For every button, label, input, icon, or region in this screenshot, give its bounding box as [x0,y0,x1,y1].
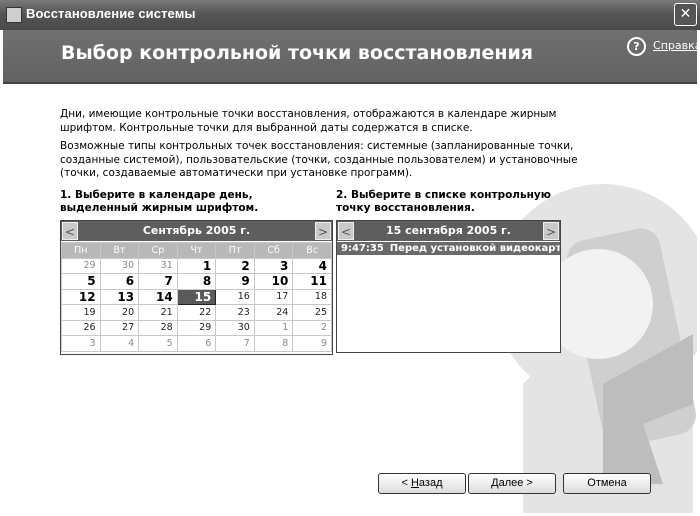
calendar-day[interactable]: 29 [61,257,101,274]
calendar-day[interactable]: 26 [61,319,101,336]
calendar-day[interactable]: 11 [292,273,332,290]
calendar-day[interactable]: 5 [61,273,101,290]
weekday-header: Чт [176,242,217,259]
calendar-day[interactable]: 6 [176,335,217,352]
help-link[interactable]: Справка [653,39,700,52]
calendar-day[interactable]: 31 [138,257,178,274]
calendar-day[interactable]: 30 [215,319,255,336]
intro-text-2: Возможные типы контрольных точек восстан… [60,140,578,179]
calendar-header: < Сентябрь 2005 г. > [61,221,332,241]
calendar-day[interactable]: 7 [215,335,255,352]
calendar: < Сентябрь 2005 г. > Пн Вт Ср Чт Пт Сб Вс 29 30… [60,220,333,355]
close-button[interactable]: ✕ [674,3,697,26]
calendar-day[interactable]: 23 [215,304,255,321]
calendar-day-selected[interactable]: 15 [176,288,217,305]
weekday-header: Сб [253,242,294,259]
calendar-day[interactable]: 20 [99,304,140,321]
step-1-label: 1. Выберите в календаре день, выделенный… [60,189,259,214]
calendar-week-row: 19 20 21 22 23 24 25 [61,304,332,321]
restore-point-description: Перед установкой видеокарты [389,243,560,254]
list-item[interactable]: 9:47:35 Перед установкой видеокарты [337,242,560,255]
calendar-day[interactable]: 8 [253,335,294,352]
title-bar: Восстановление системы ✕ [0,0,700,30]
weekday-header: Ср [138,242,178,259]
restore-point-time: 9:47:35 [341,243,384,254]
help-circle-icon[interactable]: ? [627,37,646,56]
selected-date-label: 15 сентября 2005 г. [386,224,511,237]
calendar-week-row: 29 30 31 1 2 3 4 [61,257,332,274]
calendar-day[interactable]: 25 [292,304,332,321]
calendar-day[interactable]: 29 [176,319,217,336]
list-prev-day-button[interactable]: < [338,222,354,240]
calendar-day[interactable]: 1 [176,257,217,274]
calendar-week-row: 3456789 [61,335,332,352]
calendar-day[interactable]: 3 [253,257,294,274]
weekday-header: Пн [61,242,101,259]
list-next-day-button[interactable]: > [543,222,559,240]
system-restore-icon [6,7,22,23]
calendar-day[interactable]: 5 [138,335,178,352]
calendar-day[interactable]: 7 [138,273,178,290]
calendar-day[interactable]: 16 [215,288,255,305]
restore-point-list-header: < 15 сентября 2005 г. > [337,221,560,241]
calendar-day[interactable]: 21 [138,304,178,321]
calendar-week-row: 26 27 28 29 30 1 2 [61,319,332,336]
main-panel: Дни, имеющие контрольные точки восстанов… [3,84,697,513]
back-button[interactable]: < Назад [378,473,466,494]
calendar-day[interactable]: 24 [253,304,294,321]
header-banner: Выбор контрольной точки восстановления ?… [3,30,700,84]
calendar-day[interactable]: 12 [61,288,101,305]
calendar-day[interactable]: 14 [138,288,178,305]
page-title: Выбор контрольной точки восстановления [61,42,533,64]
calendar-week-row: 12 13 14 15 16 17 18 [61,288,332,305]
calendar-day[interactable]: 13 [99,288,140,305]
next-button[interactable]: Далее > [468,473,556,494]
calendar-day[interactable]: 2 [292,319,332,336]
weekday-header: Вс [292,242,332,259]
calendar-day[interactable]: 17 [253,288,294,305]
calendar-day[interactable]: 1 [253,319,294,336]
window-title: Восстановление системы [26,6,196,21]
weekday-header: Вт [99,242,140,259]
calendar-day[interactable]: 9 [215,273,255,290]
calendar-next-month-button[interactable]: > [315,222,331,240]
calendar-day[interactable]: 22 [176,304,217,321]
calendar-day[interactable]: 3 [61,335,101,352]
intro-text-1: Дни, имеющие контрольные точки восстанов… [60,108,557,134]
calendar-day[interactable]: 2 [215,257,255,274]
cancel-button[interactable]: Отмена [563,473,651,494]
calendar-prev-month-button[interactable]: < [62,222,78,240]
calendar-day[interactable]: 4 [99,335,140,352]
weekday-header: Пт [215,242,255,259]
calendar-day[interactable]: 30 [99,257,140,274]
calendar-day[interactable]: 10 [253,273,294,290]
calendar-month-label: Сентябрь 2005 г. [142,224,251,237]
calendar-day[interactable]: 9 [292,335,332,352]
calendar-day[interactable]: 18 [292,288,332,305]
calendar-day[interactable]: 27 [99,319,140,336]
calendar-day[interactable]: 6 [99,273,140,290]
calendar-week-row: 5 6 7 8 9 10 11 [61,273,332,290]
calendar-day[interactable]: 8 [176,273,217,290]
calendar-day[interactable]: 4 [292,257,332,274]
calendar-day[interactable]: 19 [61,304,101,321]
calendar-grid: Пн Вт Ср Чт Пт Сб Вс 29 30 31 1 2 3 4 5 6 7 8 9 10 11 12 13 14… [61,242,332,352]
step-2-label: 2. Выберите в списке контрольную точку в… [336,189,551,214]
calendar-day[interactable]: 28 [138,319,178,336]
restore-point-list: < 15 сентября 2005 г. > 9:47:35 Перед уст… [336,220,561,353]
